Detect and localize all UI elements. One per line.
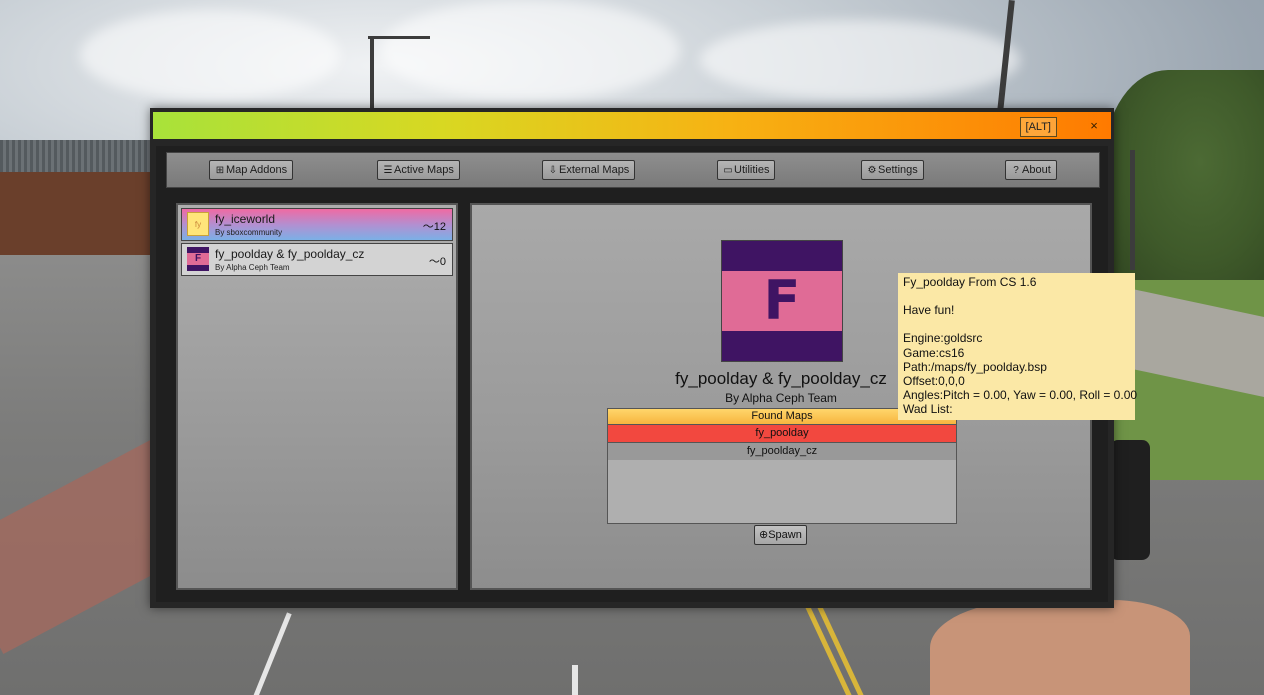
settings-button[interactable]: ⚙ Settings xyxy=(861,160,924,180)
road-line xyxy=(572,665,578,695)
found-map-item[interactable]: fy_poolday_cz xyxy=(608,442,956,460)
cloud xyxy=(80,10,340,100)
tooltip-angles: Angles:Pitch = 0.00, Yaw = 0.00, Roll = … xyxy=(903,388,1138,403)
question-icon: ? xyxy=(1013,165,1019,176)
map-addons-label: Map Addons xyxy=(226,164,288,176)
street-lamp xyxy=(370,38,374,118)
gear-icon: ⚙ xyxy=(867,165,877,176)
external-maps-button[interactable]: ⇩ External Maps xyxy=(542,160,636,180)
map-list-item-fy-iceworld[interactable]: fy fy_iceworld By sboxcommunity 〜12 xyxy=(181,208,453,241)
found-maps-list: Found Maps fy_poolday fy_poolday_cz xyxy=(607,408,957,524)
map-list-item-fy-poolday[interactable]: F fy_poolday & fy_poolday_cz By Alpha Ce… xyxy=(181,243,453,276)
spawn-label: Spawn xyxy=(768,529,802,541)
alt-badge: [ALT] xyxy=(1019,117,1057,137)
trees xyxy=(1104,70,1264,300)
list-icon: ☰ xyxy=(383,165,393,176)
trend-icon: 〜 xyxy=(422,221,434,233)
title-bar[interactable]: [ALT] × xyxy=(153,112,1111,139)
map-thumbnail: fy xyxy=(187,212,209,236)
map-name: fy_iceworld xyxy=(215,212,276,226)
player-hand xyxy=(930,600,1190,695)
tooltip-path: Path:/maps/fy_poolday.bsp xyxy=(903,359,1047,374)
tooltip-message: Have fun! xyxy=(903,303,955,318)
tooltip-description: Fy_poolday From CS 1.6 xyxy=(903,275,1037,289)
active-maps-label: Active Maps xyxy=(394,164,454,176)
map-preview-image: F xyxy=(721,240,843,362)
external-maps-label: External Maps xyxy=(559,164,630,176)
map-info-tooltip: Fy_poolday From CS 1.6 Have fun! Engine:… xyxy=(898,273,1138,420)
about-button[interactable]: ? About xyxy=(1005,160,1057,180)
tooltip-game: Game:cs16 xyxy=(903,345,965,360)
settings-label: Settings xyxy=(878,164,918,176)
tooltip-wad-list: Wad List: xyxy=(903,402,953,417)
utilities-label: Utilities xyxy=(734,164,770,176)
map-stat-value: 0 xyxy=(439,256,446,268)
grid-icon: ⊞ xyxy=(215,165,225,176)
toolbar: ⊞ Map Addons ☰ Active Maps ⇩ External Maps … xyxy=(166,152,1100,188)
thumbnail-text: F xyxy=(194,253,202,264)
cloud xyxy=(380,0,680,100)
tooltip-offset: Offset:0,0,0 xyxy=(903,374,965,389)
player-weapon xyxy=(1110,440,1150,560)
close-button[interactable]: × xyxy=(1085,116,1103,135)
map-list-panel: fy fy_iceworld By sboxcommunity 〜12 F fy… xyxy=(176,203,458,590)
about-label: About xyxy=(1022,164,1051,176)
street-lamp xyxy=(1130,150,1135,270)
map-stat: 〜0 xyxy=(429,253,446,269)
street-lamp-arm xyxy=(368,36,430,39)
keyboard-icon: ▭ xyxy=(723,165,733,176)
map-addons-button[interactable]: ⊞ Map Addons xyxy=(209,160,294,180)
map-stat: 〜12 xyxy=(423,218,446,234)
preview-letter: F xyxy=(763,269,801,332)
found-map-item[interactable]: fy_poolday xyxy=(608,424,956,442)
spawn-icon: ⊕ xyxy=(759,529,769,541)
spawn-button[interactable]: ⊕Spawn xyxy=(754,525,807,545)
trend-icon: 〜 xyxy=(428,256,440,268)
map-name: fy_poolday & fy_poolday_cz xyxy=(215,247,365,261)
map-author: By sboxcommunity xyxy=(215,228,283,237)
tooltip-engine: Engine:goldsrc xyxy=(903,331,983,346)
active-maps-button[interactable]: ☰ Active Maps xyxy=(377,160,460,180)
map-thumbnail: F xyxy=(187,247,209,271)
thumbnail-text: fy xyxy=(194,220,202,229)
import-icon: ⇩ xyxy=(548,165,558,176)
cloud xyxy=(700,20,1020,100)
map-author: By Alpha Ceph Team xyxy=(215,263,290,272)
building-roof xyxy=(0,140,160,172)
utilities-button[interactable]: ▭Utilities xyxy=(717,160,776,180)
map-stat-value: 12 xyxy=(433,221,446,233)
